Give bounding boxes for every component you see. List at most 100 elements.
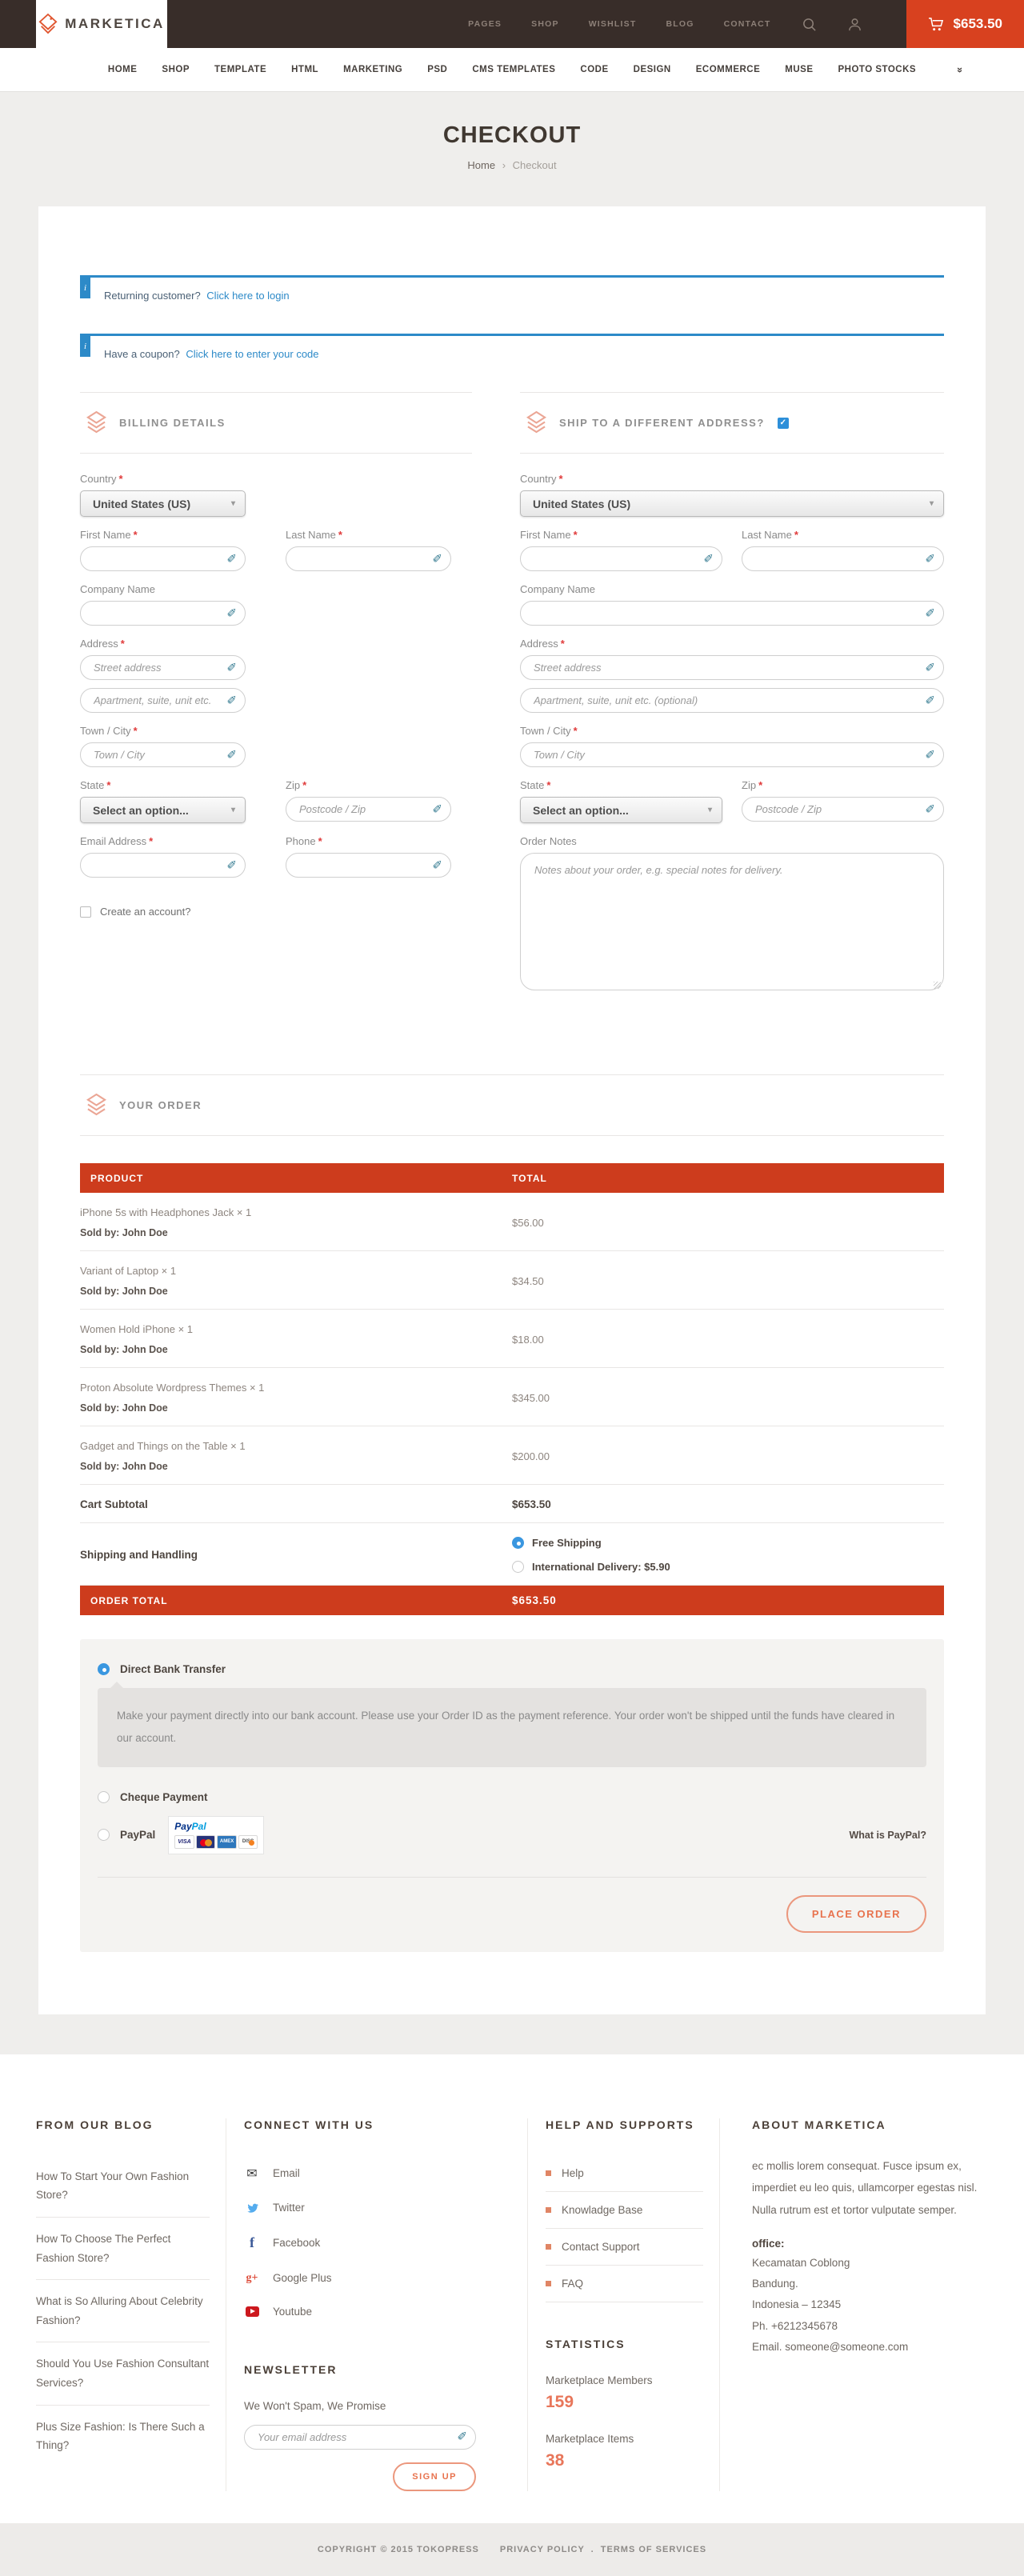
youtube-link[interactable]: Youtube: [244, 2295, 506, 2328]
blog-post-link[interactable]: What is So Alluring About Celebrity Fash…: [36, 2280, 210, 2342]
billing-phone-input[interactable]: [286, 853, 451, 878]
top-nav-item[interactable]: PAGES: [468, 19, 502, 29]
billing-last-name-input[interactable]: [286, 546, 451, 571]
twitter-link[interactable]: Twitter: [244, 2191, 506, 2224]
shipping-apartment-input[interactable]: [520, 688, 944, 713]
shipping-company-input[interactable]: [520, 601, 944, 626]
required-mark: *: [758, 779, 762, 791]
category-nav-item[interactable]: MUSE: [785, 65, 813, 74]
product-column-header: PRODUCT: [80, 1173, 512, 1184]
terms-link[interactable]: TERMS OF SERVICES: [601, 2545, 706, 2554]
billing-first-name-input[interactable]: [80, 546, 246, 571]
top-nav-item[interactable]: CONTACT: [724, 19, 771, 29]
paypal-option[interactable]: PayPal: [98, 1829, 155, 1841]
payment-methods-box: Direct Bank Transfer Make your payment d…: [80, 1639, 944, 1952]
top-nav-item[interactable]: BLOG: [666, 19, 694, 29]
privacy-policy-link[interactable]: PRIVACY POLICY: [500, 2545, 585, 2554]
billing-zip-input[interactable]: [286, 797, 451, 822]
category-nav-item[interactable]: CMS TEMPLATES: [472, 65, 555, 74]
help-link[interactable]: Help: [546, 2155, 703, 2192]
search-icon[interactable]: [802, 17, 817, 32]
field-label: Company Name: [520, 583, 595, 595]
top-nav-item[interactable]: WISHLIST: [589, 19, 637, 29]
field-label: Zip: [742, 779, 756, 791]
category-nav-item[interactable]: ECOMMERCE: [696, 65, 761, 74]
coupon-notice: i Have a coupon? Click here to enter you…: [80, 334, 944, 370]
brand-name: MARKETICA: [65, 16, 165, 32]
billing-country-select[interactable]: United States (US) ▾: [80, 490, 246, 517]
shipping-zip-input[interactable]: [742, 797, 944, 822]
top-nav-item[interactable]: SHOP: [531, 19, 559, 29]
category-nav-item[interactable]: CODE: [580, 65, 608, 74]
blog-post-link[interactable]: Plus Size Fashion: Is There Such a Thing…: [36, 2406, 210, 2467]
create-account-checkbox[interactable]: [80, 906, 91, 918]
visa-icon: VISA: [174, 1835, 194, 1849]
category-nav-item[interactable]: HOME: [108, 65, 138, 74]
blog-post-link[interactable]: Should You Use Fashion Consultant Servic…: [36, 2342, 210, 2405]
field-label: Country: [80, 473, 117, 485]
brand-logo[interactable]: MARKETICA: [36, 0, 167, 48]
international-delivery-option[interactable]: International Delivery: $5.90: [512, 1561, 670, 1573]
login-link[interactable]: Click here to login: [206, 290, 289, 302]
shipping-state-select[interactable]: Select an option... ▾: [520, 797, 722, 823]
shipping-street-address-input[interactable]: [520, 655, 944, 680]
user-icon[interactable]: [847, 17, 862, 32]
category-nav-item[interactable]: PSD: [427, 65, 447, 74]
category-nav-item[interactable]: HTML: [291, 65, 318, 74]
mastercard-icon: [196, 1835, 216, 1849]
what-is-paypal-link[interactable]: What is PayPal?: [849, 1830, 926, 1841]
free-shipping-option[interactable]: Free Shipping: [512, 1537, 670, 1549]
billing-last-name-field: Last Name*: [286, 529, 451, 571]
billing-apartment-input[interactable]: [80, 688, 246, 713]
shipping-handling-row: Shipping and Handling Free Shipping Inte…: [80, 1523, 944, 1586]
category-nav-item[interactable]: DESIGN: [634, 65, 671, 74]
help-link[interactable]: FAQ: [546, 2266, 703, 2302]
your-order-section: YOUR ORDER PRODUCT TOTAL iPhone 5s with …: [80, 1074, 944, 1952]
billing-street-address-input[interactable]: [80, 655, 246, 680]
billing-company-input[interactable]: [80, 601, 246, 626]
blog-post-link[interactable]: How To Choose The Perfect Fashion Store?: [36, 2218, 210, 2280]
radio-icon: [98, 1791, 110, 1803]
product-title: Proton Absolute Wordpress Themes × 1: [80, 1382, 512, 1394]
email-link[interactable]: ✉ Email: [244, 2155, 506, 2191]
product-title: Variant of Laptop × 1: [80, 1265, 512, 1277]
more-categories-icon[interactable]: »: [954, 67, 966, 73]
connect-column-title: CONNECT WITH US: [244, 2118, 506, 2131]
shipping-last-name-input[interactable]: [742, 546, 944, 571]
category-nav-item[interactable]: MARKETING: [343, 65, 402, 74]
coupon-link[interactable]: Click here to enter your code: [186, 348, 318, 360]
ship-different-checkbox[interactable]: ✓: [778, 418, 789, 429]
google-plus-link[interactable]: g+ Google Plus: [244, 2262, 506, 2295]
billing-town-input[interactable]: [80, 742, 246, 767]
shipping-section-header: SHIP TO A DIFFERENT ADDRESS? ✓: [520, 392, 944, 454]
social-label: Twitter: [273, 2202, 305, 2214]
payment-footer: PLACE ORDER: [98, 1877, 926, 1933]
shipping-country-select[interactable]: United States (US) ▾: [520, 490, 944, 517]
social-label: Facebook: [273, 2237, 320, 2249]
cart-button[interactable]: $653.50: [906, 0, 1024, 48]
cheque-payment-option[interactable]: Cheque Payment: [98, 1791, 926, 1803]
help-link[interactable]: Contact Support: [546, 2229, 703, 2266]
breadcrumb-separator: ›: [502, 159, 506, 171]
field-label: First Name: [80, 529, 131, 541]
category-nav-item[interactable]: SHOP: [162, 65, 190, 74]
category-nav-item[interactable]: TEMPLATE: [214, 65, 266, 74]
shipping-first-name-input[interactable]: [520, 546, 722, 571]
bank-transfer-option[interactable]: Direct Bank Transfer: [98, 1663, 926, 1675]
help-link[interactable]: Knowladge Base: [546, 2192, 703, 2229]
billing-state-select[interactable]: Select an option... ▾: [80, 797, 246, 823]
payment-method-label: Direct Bank Transfer: [120, 1663, 226, 1675]
shipping-town-input[interactable]: [520, 742, 944, 767]
billing-email-input[interactable]: [80, 853, 246, 878]
breadcrumb-home[interactable]: Home: [467, 159, 495, 171]
newsletter-email-input[interactable]: [244, 2425, 476, 2450]
facebook-link[interactable]: f Facebook: [244, 2224, 506, 2262]
office-line: Ph. +6212345678: [752, 2316, 988, 2337]
paypal-cards-badge: PayPal VISA AMEX DISC: [168, 1816, 264, 1854]
newsletter-signup-button[interactable]: SIGN UP: [393, 2462, 476, 2491]
required-mark: *: [546, 779, 550, 791]
order-notes-textarea[interactable]: [520, 853, 944, 990]
category-nav-item[interactable]: PHOTO STOCKS: [838, 65, 917, 74]
place-order-button[interactable]: PLACE ORDER: [786, 1895, 926, 1933]
blog-post-link[interactable]: How To Start Your Own Fashion Store?: [36, 2155, 210, 2218]
